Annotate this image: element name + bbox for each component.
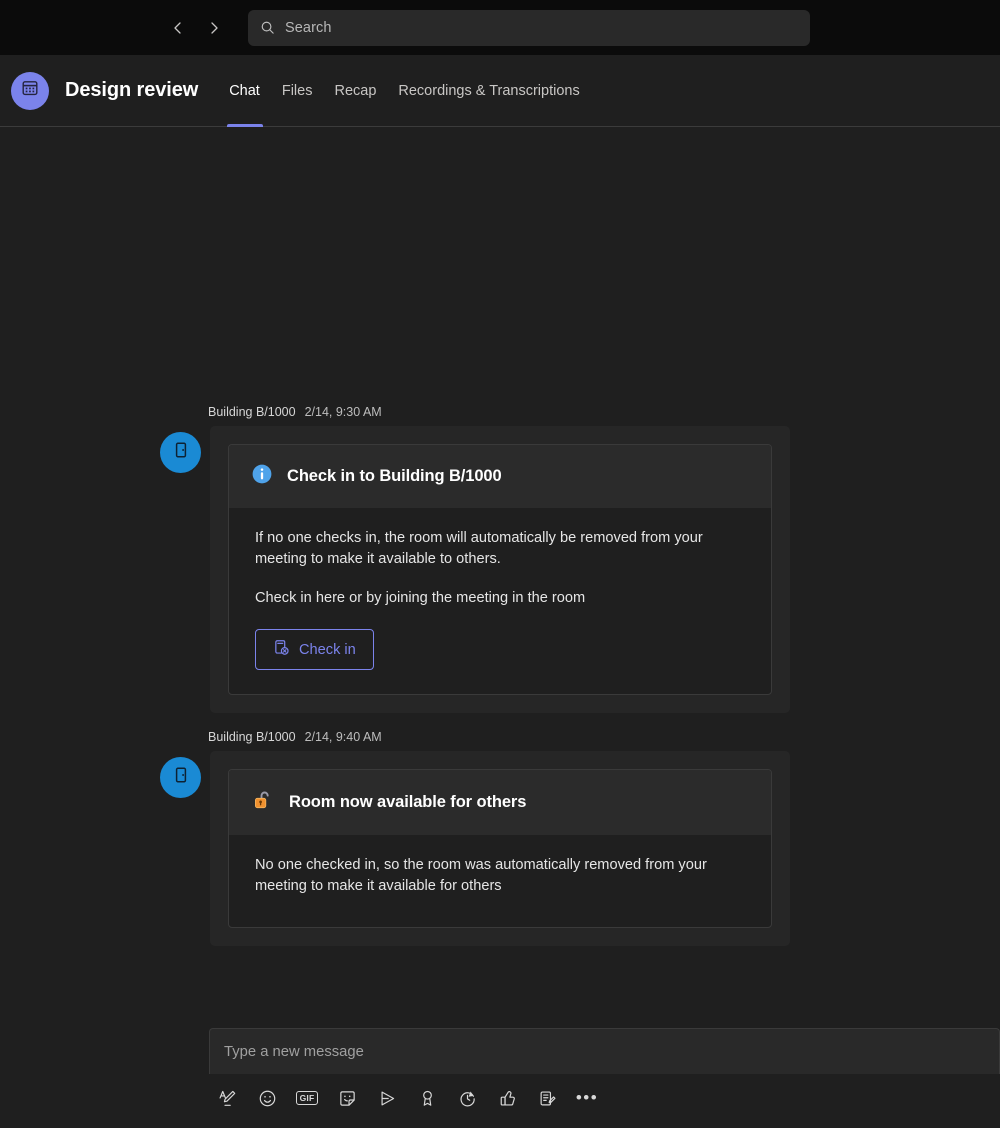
card-header: Room now available for others [229,770,771,835]
search-icon [260,20,275,35]
message-input-box[interactable]: Type a new message [209,1028,1000,1074]
avatar [160,757,201,798]
check-in-button[interactable]: Check in [255,629,374,670]
tab-chat-label: Chat [229,82,260,99]
message-group: Building B/1000 2/14, 9:40 AM Room now a… [0,730,1000,946]
page-title: Design review [65,79,199,101]
approvals-icon [498,1089,517,1108]
loop-component-icon [378,1089,397,1108]
card-body: No one checked in, so the room was autom… [229,835,771,927]
info-icon [251,463,273,490]
tab-recordings-transcriptions[interactable]: Recordings & Transcriptions [387,55,590,126]
forward-button[interactable] [199,13,229,43]
tab-recordings-label: Recordings & Transcriptions [398,82,580,99]
message-timestamp: 2/14, 9:30 AM [304,405,382,419]
message-list[interactable]: Building B/1000 2/14, 9:30 AM Check in t… [0,128,1000,1028]
more-options-icon: ••• [575,1088,599,1107]
sender-name: Building B/1000 [208,730,296,744]
message-timestamp: 2/14, 9:40 AM [304,730,382,744]
loop-component-button[interactable] [374,1085,400,1111]
format-icon [218,1089,237,1108]
search-bar[interactable]: Search [248,9,810,46]
meeting-avatar [11,71,49,110]
message-meta: Building B/1000 2/14, 9:30 AM [0,405,1000,419]
card-paragraph: No one checked in, so the room was autom… [255,857,707,894]
avatar [160,432,201,473]
gif-button[interactable]: GIF [294,1085,320,1111]
message-input[interactable]: Type a new message [224,1044,364,1060]
forms-icon [538,1089,557,1108]
door-icon [171,765,191,790]
card-header: Check in to Building B/1000 [229,445,771,508]
praise-icon [418,1089,437,1108]
sticker-button[interactable] [334,1085,360,1111]
message-bubble: Room now available for others No one che… [210,751,790,946]
compose-toolbar: GIF ••• [209,1074,1000,1122]
adaptive-card-room-available: Room now available for others No one che… [228,769,772,928]
check-in-button-label: Check in [299,641,356,658]
tab-files-label: Files [281,82,313,99]
schedule-send-button[interactable] [454,1085,480,1111]
tab-files[interactable]: Files [271,55,324,126]
tab-chat[interactable]: Chat [218,55,271,126]
door-icon [171,440,191,465]
sender-name: Building B/1000 [208,405,296,419]
approvals-button[interactable] [494,1085,520,1111]
card-paragraph: If no one checks in, the room will autom… [255,530,703,567]
sticker-icon [338,1089,357,1108]
back-button[interactable] [163,13,193,43]
card-body: If no one checks in, the room will autom… [229,508,771,694]
chevron-left-icon [170,20,186,36]
tab-bar: Chat Files Recap Recordings & Transcript… [218,55,591,126]
device-check-in-icon [273,639,290,660]
praise-button[interactable] [414,1085,440,1111]
forms-button[interactable] [534,1085,560,1111]
calendar-icon [20,78,40,103]
message-meta: Building B/1000 2/14, 9:40 AM [0,730,1000,744]
more-options-button[interactable]: ••• [574,1085,600,1111]
chevron-right-icon [206,20,222,36]
channel-header: Design review Chat Files Recap Recording… [0,55,1000,127]
message-group: Building B/1000 2/14, 9:30 AM Check in t… [0,405,1000,713]
card-paragraph: Check in here or by joining the meeting … [255,590,586,606]
navigation-arrows [163,13,229,43]
emoji-button[interactable] [254,1085,280,1111]
compose-area: Type a new message GIF ••• [0,1028,1000,1128]
card-title: Room now available for others [289,793,527,811]
gif-icon: GIF [295,1090,319,1106]
card-title: Check in to Building B/1000 [287,467,502,485]
tab-recap[interactable]: Recap [323,55,387,126]
search-input[interactable]: Search [285,20,332,36]
format-button[interactable] [214,1085,240,1111]
schedule-send-icon [458,1089,477,1108]
top-bar: Search [0,0,1000,55]
adaptive-card-check-in: Check in to Building B/1000 If no one ch… [228,444,772,695]
emoji-icon [258,1089,277,1108]
message-bubble: Check in to Building B/1000 If no one ch… [210,426,790,713]
tab-recap-label: Recap [334,82,377,99]
unlocked-padlock-icon [251,788,275,817]
